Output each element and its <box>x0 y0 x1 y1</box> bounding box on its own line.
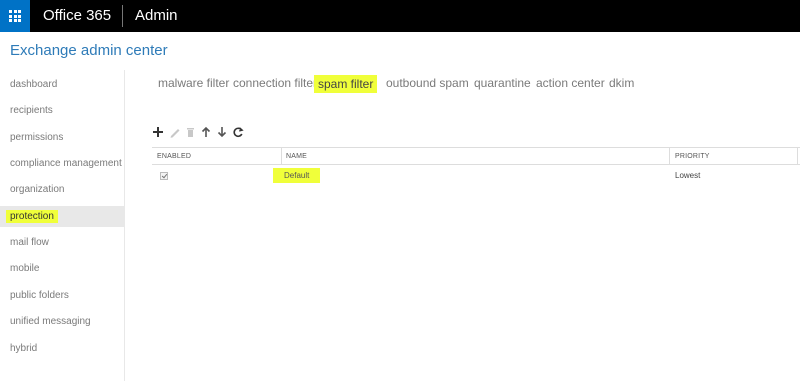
tab-spam-filter[interactable]: spam filter <box>314 75 378 93</box>
nav-item-label: mobile <box>10 263 40 274</box>
top-bar: Office 365 Admin <box>0 0 800 32</box>
nav-item-mobile[interactable]: mobile <box>0 259 125 278</box>
nav-item-recipients[interactable]: recipients <box>0 101 125 120</box>
nav-item-unified-messaging[interactable]: unified messaging <box>0 312 125 331</box>
nav-item-permissions[interactable]: permissions <box>0 128 125 147</box>
topbar-divider <box>122 5 123 27</box>
left-nav: dashboard recipients permissions complia… <box>0 70 125 381</box>
column-divider <box>281 148 282 165</box>
nav-item-protection[interactable]: protection <box>0 206 125 227</box>
table-header: ENABLED NAME PRIORITY <box>152 147 800 165</box>
nav-item-label: mail flow <box>10 237 49 248</box>
row-name-cell: Default <box>273 166 321 186</box>
nav-item-compliance-management[interactable]: compliance management <box>0 154 125 173</box>
brand-link[interactable]: Office 365 <box>43 7 111 24</box>
column-header-enabled[interactable]: ENABLED <box>157 148 191 165</box>
nav-item-hybrid[interactable]: hybrid <box>0 339 125 358</box>
nav-item-dashboard[interactable]: dashboard <box>0 75 125 94</box>
nav-item-label: organization <box>10 184 65 195</box>
delete-icon[interactable] <box>185 125 198 139</box>
move-up-icon[interactable] <box>200 125 213 139</box>
add-icon[interactable] <box>152 125 165 139</box>
tab-outbound-spam[interactable]: outbound spam <box>386 75 469 91</box>
tab-dkim[interactable]: dkim <box>609 75 634 91</box>
column-divider <box>669 148 670 165</box>
nav-item-mail-flow[interactable]: mail flow <box>0 233 125 252</box>
tab-quarantine[interactable]: quarantine <box>474 75 531 91</box>
page-title: Exchange admin center <box>10 42 168 59</box>
edit-icon[interactable] <box>169 125 182 139</box>
nav-item-label: protection <box>6 210 58 223</box>
enabled-checkbox[interactable] <box>160 172 168 180</box>
column-header-name[interactable]: NAME <box>286 148 307 165</box>
nav-item-label: compliance management <box>10 158 122 169</box>
refresh-icon[interactable] <box>232 125 245 139</box>
nav-item-label: permissions <box>10 132 64 143</box>
nav-item-label: public folders <box>10 290 69 301</box>
nav-item-label: unified messaging <box>10 316 91 327</box>
row-name: Default <box>273 168 321 183</box>
row-priority: Lowest <box>675 171 701 180</box>
nav-item-label: hybrid <box>10 343 38 354</box>
nav-item-label: recipients <box>10 105 53 116</box>
app-launcher-icon <box>9 10 21 22</box>
nav-item-public-folders[interactable]: public folders <box>0 286 125 305</box>
app-name[interactable]: Admin <box>135 7 178 24</box>
column-divider <box>797 148 798 165</box>
tab-connection-filter[interactable]: connection filter <box>233 75 317 91</box>
column-header-priority[interactable]: PRIORITY <box>675 148 710 165</box>
nav-item-organization[interactable]: organization <box>0 180 125 199</box>
nav-item-label: dashboard <box>10 79 58 90</box>
app-launcher-button[interactable] <box>0 0 30 32</box>
table-row[interactable]: Default Lowest <box>152 166 800 186</box>
move-down-icon[interactable] <box>216 125 229 139</box>
tab-action-center[interactable]: action center <box>536 75 605 91</box>
tab-malware-filter[interactable]: malware filter <box>158 75 229 91</box>
